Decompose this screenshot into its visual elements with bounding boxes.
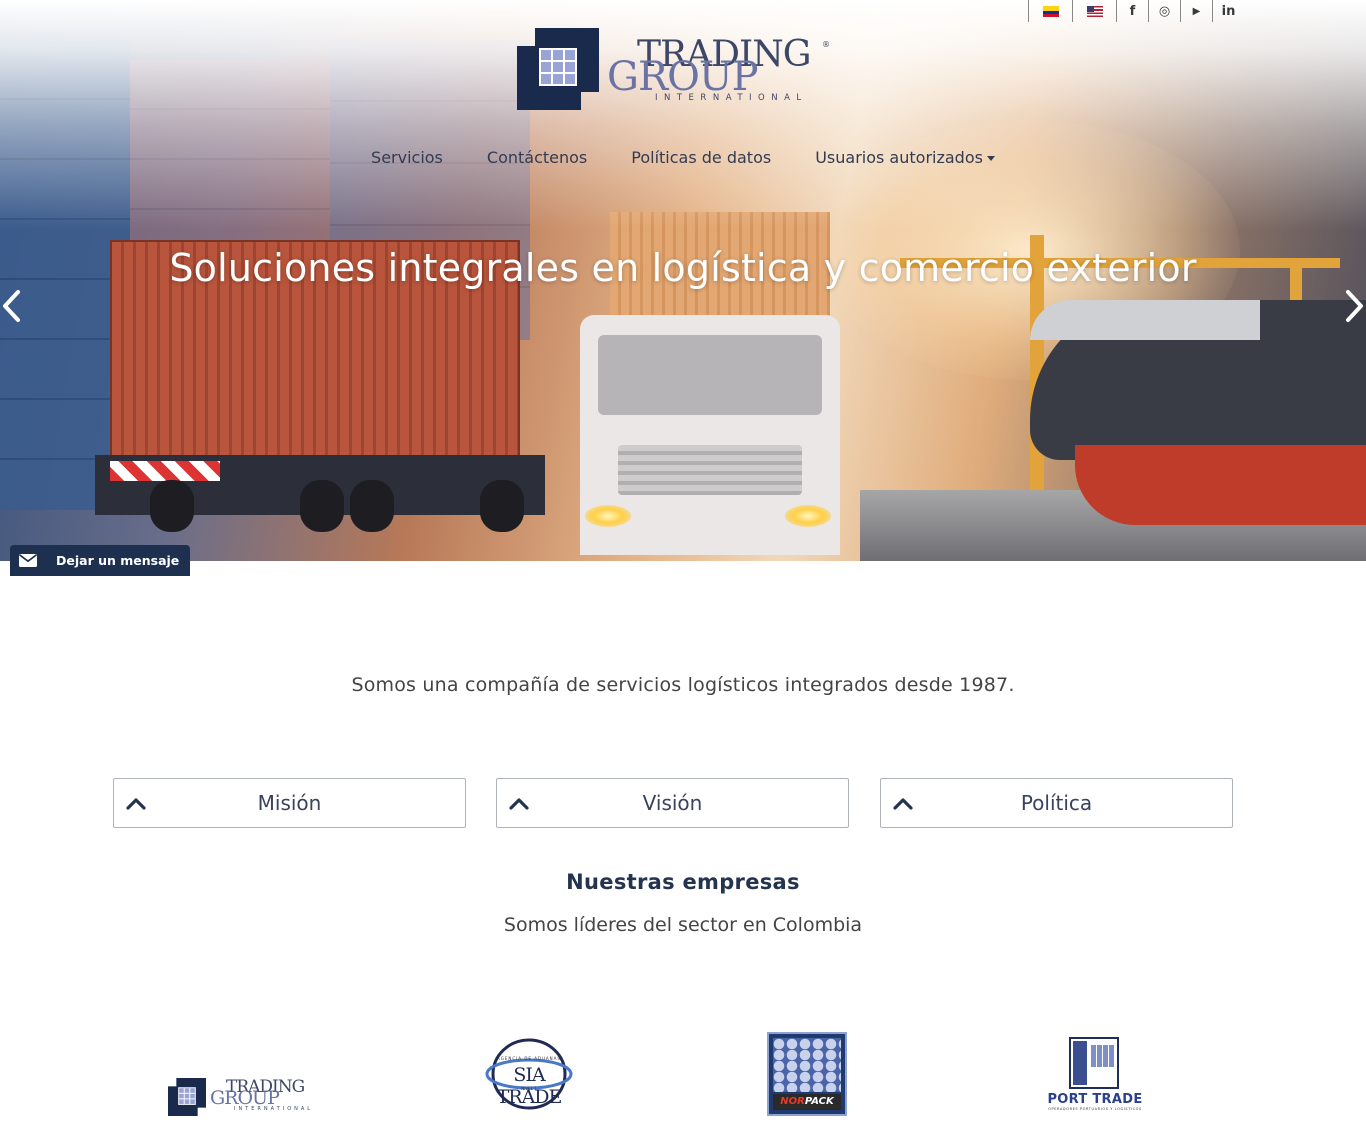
brand-logo-sia-trade[interactable]: AGENCIA DE ADUANAS SIA TRADE NIVEL 1 bbox=[480, 1036, 578, 1112]
instagram-icon: ◎ bbox=[1158, 3, 1171, 19]
wheel bbox=[480, 480, 524, 532]
accordion-label: Política bbox=[1020, 791, 1093, 815]
linkedin-icon: in bbox=[1221, 3, 1236, 19]
slider-prev-button[interactable] bbox=[0, 288, 24, 324]
language-english-link[interactable] bbox=[1072, 0, 1116, 22]
language-spanish-link[interactable] bbox=[1028, 0, 1072, 22]
brand-logo-port-trade[interactable]: PORT TRADE OPERADORES PORTUARIOS Y LOGIS… bbox=[1045, 1037, 1145, 1113]
logo-text-international: INTERNATIONAL bbox=[655, 93, 808, 103]
flag-usa-icon bbox=[1086, 5, 1103, 17]
brand-text: PORT TRADE bbox=[1047, 1092, 1143, 1107]
main-nav: Servicios Contáctenos Políticas de datos… bbox=[0, 148, 1366, 167]
nav-item-politicas-de-datos[interactable]: Políticas de datos bbox=[609, 148, 793, 167]
accordion-mision[interactable]: Misión bbox=[113, 778, 466, 828]
facebook-link[interactable]: f bbox=[1116, 0, 1148, 22]
section-title: Nuestras empresas bbox=[566, 870, 800, 894]
accordion-label: Visión bbox=[642, 791, 703, 815]
brand-text: NORPACK bbox=[773, 1094, 841, 1110]
brand-logo-trading-group[interactable]: TRADING GROUP INTERNATIONAL bbox=[168, 1076, 318, 1116]
company-intro: Somos una compañía de servicios logístic… bbox=[351, 674, 1015, 696]
registered-mark: ® bbox=[822, 40, 830, 49]
ship-keel bbox=[1075, 445, 1366, 525]
chevron-right-icon bbox=[1346, 290, 1363, 322]
brand-text: AGENCIA DE ADUANAS bbox=[497, 1056, 561, 1061]
nav-item-contactenos[interactable]: Contáctenos bbox=[465, 148, 609, 167]
brand-text: INTERNATIONAL bbox=[234, 1106, 314, 1112]
accordion-label: Misión bbox=[257, 791, 322, 815]
slider-next-button[interactable] bbox=[1342, 288, 1366, 324]
accordion-vision[interactable]: Visión bbox=[496, 778, 849, 828]
logo-mark-icon bbox=[517, 28, 599, 110]
brand-text: OPERADORES PORTUARIOS Y LOGISTICOS bbox=[1048, 1107, 1142, 1111]
youtube-icon: ▶ bbox=[1192, 5, 1201, 17]
brand-text-prefix: NOR bbox=[780, 1096, 805, 1107]
accordion-politica[interactable]: Política bbox=[880, 778, 1233, 828]
flag-colombia-icon bbox=[1042, 5, 1059, 17]
facebook-icon: f bbox=[1129, 3, 1136, 19]
wheel bbox=[350, 480, 394, 532]
nav-item-servicios[interactable]: Servicios bbox=[349, 148, 465, 167]
chevron-left-icon bbox=[3, 290, 20, 322]
caret-down-icon bbox=[986, 156, 995, 161]
headlight bbox=[785, 505, 831, 527]
brand-logo-norpack[interactable]: NORPACK bbox=[767, 1032, 847, 1116]
headlight bbox=[585, 505, 631, 527]
top-utility-bar: f ◎ ▶ in bbox=[1028, 0, 1244, 22]
accordion-group: Misión Visión Política bbox=[113, 778, 1233, 828]
brand-text-suffix: PACK bbox=[804, 1096, 834, 1107]
youtube-link[interactable]: ▶ bbox=[1180, 0, 1212, 22]
envelope-icon bbox=[10, 545, 46, 576]
leave-message-button[interactable]: Dejar un mensaje bbox=[10, 545, 190, 576]
wheel bbox=[150, 480, 194, 532]
wheel bbox=[300, 480, 344, 532]
logo-mark-icon bbox=[168, 1078, 206, 1116]
building-icon bbox=[1069, 1037, 1119, 1089]
hexagon-pattern-icon bbox=[773, 1038, 841, 1092]
hero-title: Soluciones integrales en logística y com… bbox=[169, 246, 1197, 290]
instagram-link[interactable]: ◎ bbox=[1148, 0, 1180, 22]
brand-text: NIVEL 1 bbox=[521, 1086, 537, 1091]
nav-item-label: Usuarios autorizados bbox=[815, 148, 983, 167]
leave-message-label: Dejar un mensaje bbox=[56, 553, 180, 568]
nav-item-usuarios-autorizados[interactable]: Usuarios autorizados bbox=[793, 148, 1017, 167]
ship-deck bbox=[1030, 300, 1260, 340]
section-subtitle: Somos líderes del sector en Colombia bbox=[503, 914, 863, 936]
site-logo[interactable]: TRADING GROUP INTERNATIONAL ® bbox=[517, 28, 833, 112]
linkedin-link[interactable]: in bbox=[1212, 0, 1244, 22]
